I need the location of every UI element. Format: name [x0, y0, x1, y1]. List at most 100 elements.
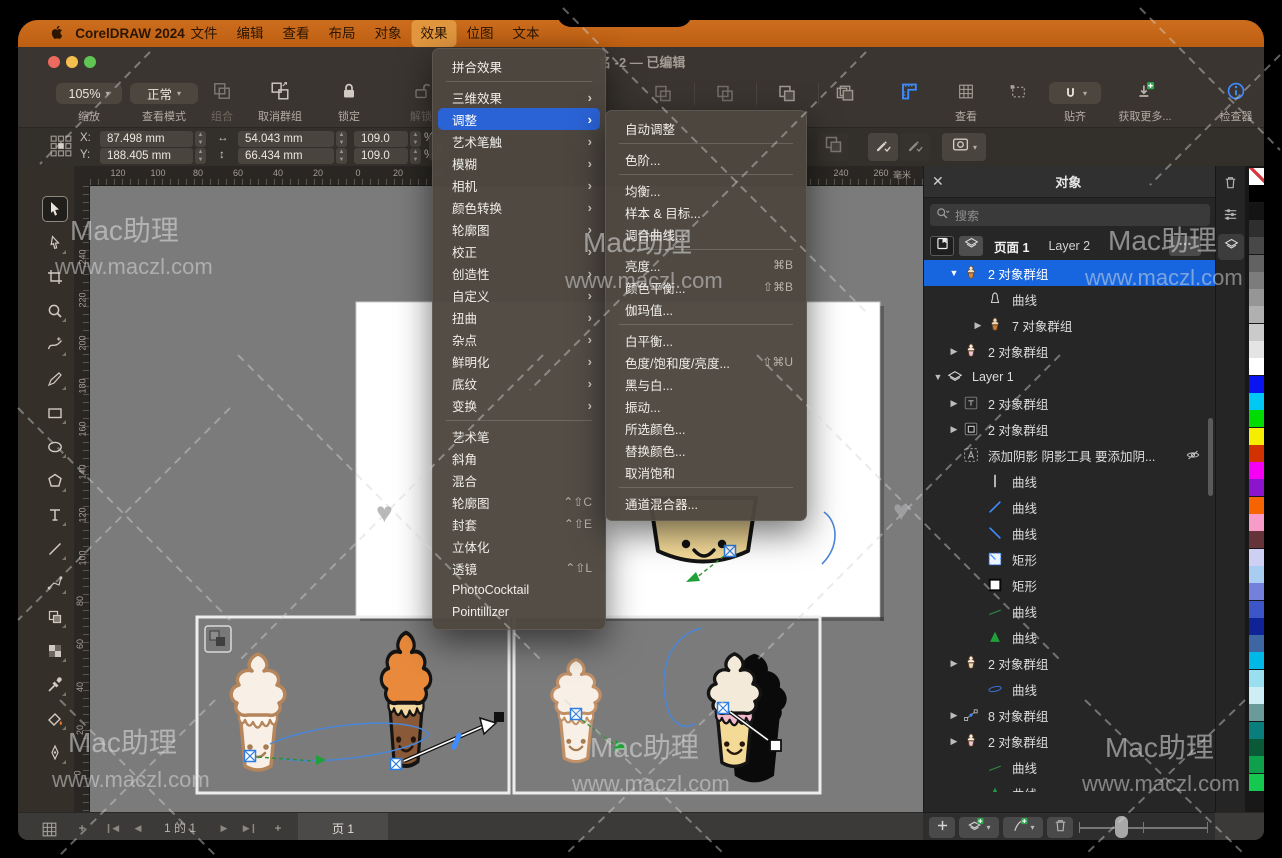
- color-swatch[interactable]: [1249, 635, 1264, 652]
- search-input[interactable]: 搜索: [930, 204, 1210, 226]
- color-swatch[interactable]: [1249, 393, 1264, 410]
- anchor-point-selector[interactable]: [50, 135, 72, 162]
- menu-item[interactable]: 亮度...⌘B: [611, 254, 801, 276]
- y-position-field[interactable]: 188.405 mm: [100, 148, 193, 164]
- menubar-item[interactable]: 文件: [182, 20, 227, 47]
- last-page-button[interactable]: ▶❙: [243, 813, 257, 840]
- expander-icon[interactable]: ▶: [946, 346, 962, 357]
- menu-item[interactable]: 透镜⌃⇧L: [438, 557, 600, 579]
- zoom-window-button[interactable]: [84, 56, 96, 68]
- app-menu-title[interactable]: CorelDRAW 2024: [66, 20, 194, 47]
- color-swatch[interactable]: [1249, 739, 1264, 756]
- add-page-button[interactable]: +: [78, 813, 85, 840]
- color-swatch[interactable]: [1249, 445, 1264, 462]
- overlap-objects-icon[interactable]: [818, 133, 848, 161]
- close-window-button[interactable]: [48, 56, 60, 68]
- unlock-icon[interactable]: [411, 81, 431, 106]
- arrange-forward-icon[interactable]: [777, 83, 798, 109]
- tool-crop[interactable]: [42, 264, 68, 290]
- layer-row[interactable]: 曲线: [924, 286, 1215, 312]
- menu-item[interactable]: 黑与白...: [611, 373, 801, 395]
- menu-item[interactable]: 轮廓图⌃⇧C: [438, 491, 600, 513]
- expander-icon[interactable]: ▶: [970, 320, 986, 331]
- menu-item[interactable]: 均衡...: [611, 179, 801, 201]
- layer-row[interactable]: 曲线: [924, 520, 1215, 546]
- menu-item[interactable]: 校正›: [438, 240, 600, 262]
- tool-line[interactable]: [42, 536, 68, 562]
- arrange-back-icon[interactable]: [715, 83, 736, 109]
- get-more-icon[interactable]: [1135, 81, 1155, 106]
- expander-icon[interactable]: ▼: [946, 268, 962, 278]
- view-grid-icon[interactable]: [957, 82, 976, 106]
- layer-row[interactable]: ▶7 对象群组: [924, 312, 1215, 338]
- group-icon[interactable]: [212, 81, 232, 106]
- color-swatch[interactable]: [1249, 722, 1264, 739]
- layer-row[interactable]: ▶2 对象群组: [924, 338, 1215, 364]
- tool-shadow[interactable]: [42, 604, 68, 630]
- color-swatch[interactable]: [1249, 549, 1264, 566]
- menu-item[interactable]: 创造性›: [438, 262, 600, 284]
- tool-ellipse[interactable]: [42, 434, 68, 460]
- x-position-field[interactable]: 87.498 mm: [100, 131, 193, 147]
- menubar-item[interactable]: 效果: [412, 20, 457, 47]
- menu-item[interactable]: 三维效果›: [438, 86, 600, 108]
- select-area-icon[interactable]: [1009, 82, 1028, 106]
- color-swatch[interactable]: [1249, 255, 1264, 272]
- view-mode-dropdown[interactable]: 正常▾: [130, 83, 198, 104]
- menu-item[interactable]: 替换颜色...: [611, 439, 801, 461]
- menu-item[interactable]: 艺术笔: [438, 425, 600, 447]
- scale-y-field[interactable]: 109.0: [354, 148, 408, 164]
- color-swatch[interactable]: [1249, 410, 1264, 427]
- menu-item[interactable]: 艺术笔触›: [438, 130, 600, 152]
- tool-polygon[interactable]: [42, 468, 68, 494]
- expander-icon[interactable]: ▶: [946, 658, 962, 669]
- new-effect-button[interactable]: ▾: [1003, 817, 1043, 838]
- menu-item[interactable]: 调整›: [438, 108, 600, 130]
- menu-item[interactable]: 振动...: [611, 395, 801, 417]
- menubar-item[interactable]: 文本: [504, 20, 549, 47]
- menu-item[interactable]: 所选颜色...: [611, 417, 801, 439]
- tool-shape[interactable]: [42, 230, 68, 256]
- color-swatch[interactable]: [1249, 324, 1264, 341]
- snap-dropdown[interactable]: ▾: [1049, 82, 1101, 104]
- tool-text[interactable]: [42, 502, 68, 528]
- menu-item[interactable]: 拼合效果: [438, 55, 600, 77]
- layer-view-toggle[interactable]: [959, 236, 983, 256]
- color-swatch[interactable]: [1249, 652, 1264, 669]
- layer-row[interactable]: 矩形: [924, 546, 1215, 572]
- menu-item[interactable]: 样本 & 目标...: [611, 201, 801, 223]
- layer-row[interactable]: 曲线: [924, 624, 1215, 650]
- menu-item[interactable]: 自定义›: [438, 284, 600, 306]
- tool-freehand[interactable]: [42, 332, 68, 358]
- menu-item[interactable]: 颜色转换›: [438, 196, 600, 218]
- scale-x-field[interactable]: 109.0: [354, 131, 408, 147]
- menu-item[interactable]: 封套⌃⇧E: [438, 513, 600, 535]
- edit-pen-button[interactable]: [868, 133, 898, 161]
- color-swatch[interactable]: [1249, 531, 1264, 548]
- menu-item[interactable]: 鲜明化›: [438, 350, 600, 372]
- arrange-front-icon[interactable]: [653, 83, 674, 109]
- object-width-field[interactable]: 54.043 mm: [238, 131, 334, 147]
- menu-item[interactable]: 底纹›: [438, 372, 600, 394]
- expander-icon[interactable]: ▶: [946, 398, 962, 409]
- menu-item[interactable]: 自动调整: [611, 117, 801, 139]
- color-swatch[interactable]: [1249, 306, 1264, 323]
- menu-item[interactable]: 通道混合器...: [611, 492, 801, 514]
- tool-zoom[interactable]: [42, 298, 68, 324]
- menu-item[interactable]: 相机›: [438, 174, 600, 196]
- menubar-item[interactable]: 对象: [366, 20, 411, 47]
- layer-row[interactable]: 曲线: [924, 676, 1215, 702]
- tool-connector[interactable]: [42, 570, 68, 596]
- layer-row[interactable]: 曲线: [924, 754, 1215, 780]
- color-swatch[interactable]: [1249, 601, 1264, 618]
- layer-row[interactable]: ▶2 对象群组: [924, 390, 1215, 416]
- menubar-item[interactable]: 位图: [458, 20, 503, 47]
- color-swatch[interactable]: [1249, 220, 1264, 237]
- page-sorter-icon[interactable]: [40, 820, 59, 840]
- layer-row[interactable]: 曲线: [924, 780, 1215, 792]
- menu-item[interactable]: 模糊›: [438, 152, 600, 174]
- ungroup-icon[interactable]: [270, 81, 290, 106]
- no-color-swatch[interactable]: [1249, 168, 1264, 185]
- zoom-level-dropdown[interactable]: 105%▾: [56, 83, 122, 104]
- layer-row[interactable]: ▶8 对象群组: [924, 702, 1215, 728]
